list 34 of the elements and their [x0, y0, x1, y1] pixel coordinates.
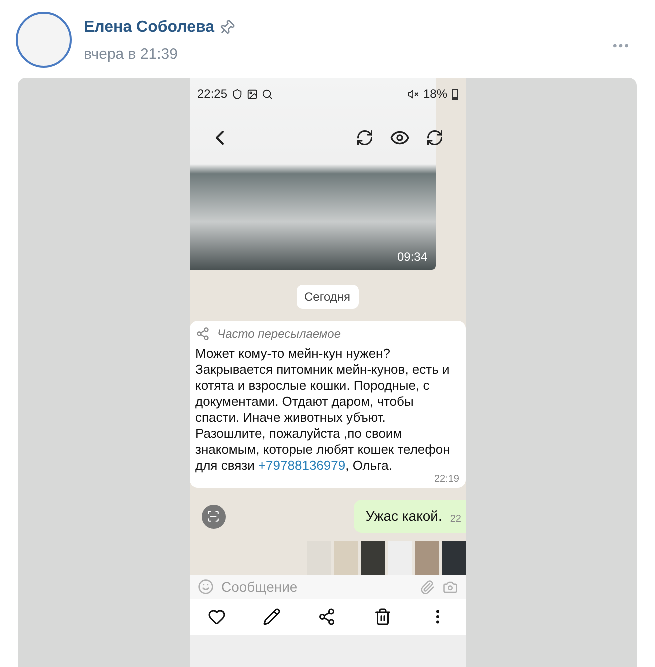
- pencil-icon[interactable]: [263, 608, 282, 626]
- video-duration: 09:34: [397, 249, 428, 266]
- thumbnail[interactable]: [334, 541, 358, 575]
- phone-link[interactable]: +79788136979: [258, 458, 346, 473]
- trash-icon[interactable]: [374, 608, 392, 626]
- heart-icon[interactable]: [208, 608, 226, 626]
- rotate-icon[interactable]: [426, 129, 444, 147]
- battery-icon: [452, 88, 458, 100]
- message-time: 22:19: [434, 474, 460, 486]
- thumbnail[interactable]: [442, 541, 466, 575]
- post-time[interactable]: вчера в 21:39: [84, 44, 234, 66]
- phone-screenshot[interactable]: [190, 78, 466, 667]
- reply-text: Ужас какой.: [366, 507, 442, 526]
- thumbnail[interactable]: [360, 541, 384, 575]
- share-icon[interactable]: [318, 608, 336, 626]
- thumbnail[interactable]: [388, 541, 412, 575]
- date-chip: Сегодня: [296, 285, 358, 309]
- thumbnail[interactable]: [414, 541, 438, 575]
- gallery-icon: [246, 88, 258, 100]
- thumbnail[interactable]: [306, 541, 330, 575]
- mute-icon: [408, 88, 420, 100]
- replay-icon[interactable]: [356, 129, 374, 147]
- screenshot-button[interactable]: [202, 504, 226, 528]
- author-name[interactable]: Елена Соболева: [84, 16, 214, 40]
- paperclip-icon[interactable]: [420, 580, 434, 594]
- message-input[interactable]: Сообщение: [222, 576, 298, 598]
- battery-percent: 18%: [423, 86, 448, 103]
- message-text: Может кому-то мейн-кун нужен? Закрывается питомник мейн-кунов, есть и котята и взрослые кошки. Породные, с документами. Отдают даром, чтобы спасти. Иначе животных убъют. Разошлите, пожалуйста ,по своим знакомым, которые любят кошек телефон для связи +79788136979, Ольга.: [196, 346, 452, 474]
- reply-time: 22: [450, 513, 462, 527]
- shield-icon: [232, 88, 243, 100]
- status-time: 22:25: [198, 86, 228, 103]
- forwarded-label: Часто пересылаемое: [218, 326, 341, 343]
- search-icon: [262, 88, 273, 100]
- scan-icon: [207, 510, 220, 523]
